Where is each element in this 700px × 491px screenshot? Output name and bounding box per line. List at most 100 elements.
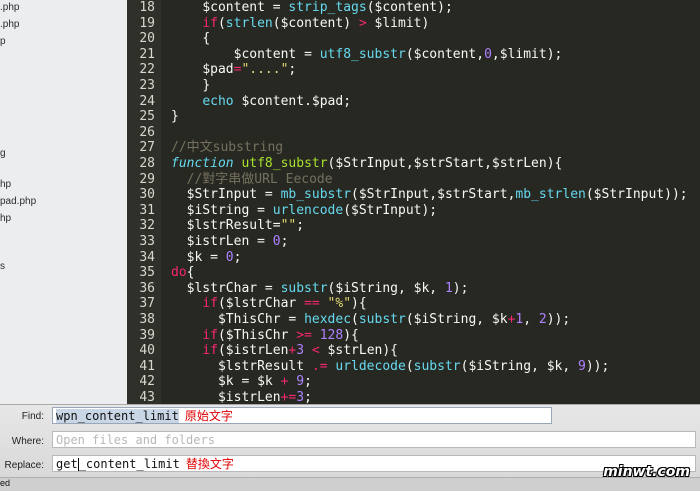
sidebar-file-item[interactable]: s bbox=[0, 261, 5, 272]
line-number: 27 bbox=[139, 140, 155, 156]
code-text: $content = strip_tags($content); bbox=[202, 0, 453, 15]
code-line: 27 //中文substring bbox=[127, 140, 700, 156]
code-line: 20 { bbox=[127, 31, 700, 47]
code-line: 26 bbox=[127, 125, 700, 141]
code-text: if($istrLen+3 < $strLen){ bbox=[202, 343, 399, 359]
replace-annotation: 替換文字 bbox=[185, 457, 234, 471]
line-number: 37 bbox=[139, 296, 155, 312]
code-line: 24 echo $content.$pad; bbox=[127, 94, 700, 110]
line-number: 36 bbox=[139, 280, 155, 296]
line-number: 28 bbox=[139, 156, 155, 171]
code-line: 38 $ThisChr = hexdec(substr($iString, $k… bbox=[127, 312, 700, 328]
code-text: $istrLen+=3; bbox=[217, 390, 312, 404]
line-number: 30 bbox=[139, 187, 155, 203]
where-label: Where: bbox=[11, 436, 44, 447]
code-text: $k = $k + 9; bbox=[217, 374, 312, 390]
where-placeholder: Open files and folders bbox=[56, 433, 215, 447]
line-number: 21 bbox=[139, 46, 155, 62]
code-text: { bbox=[202, 31, 211, 47]
sidebar-file-item[interactable]: pad.php bbox=[0, 196, 36, 207]
code-text: $istrLen = 0; bbox=[186, 234, 289, 249]
code-text: function utf8_substr($StrInput,$strStart… bbox=[171, 156, 563, 171]
code-line: 25} bbox=[127, 109, 700, 125]
line-number: 23 bbox=[139, 78, 155, 93]
status-bar: ed bbox=[0, 477, 700, 491]
code-text: echo $content.$pad; bbox=[202, 93, 352, 109]
code-text: $lstrResult=""; bbox=[186, 218, 305, 234]
code-line: 21 $content = utf8_substr($content,0,$li… bbox=[127, 47, 700, 63]
code-line: 42 $k = $k + 9; bbox=[127, 374, 700, 390]
line-number: 25 bbox=[139, 109, 155, 125]
replace-value-end: _content_limit bbox=[78, 457, 180, 471]
code-line: 40 if($istrLen+3 < $strLen){ bbox=[127, 343, 700, 359]
code-text: $StrInput = mb_substr($StrInput,$strStar… bbox=[186, 187, 688, 203]
sidebar-file-item[interactable]: .php bbox=[0, 2, 19, 13]
code-line: 30 $StrInput = mb_substr($StrInput,$strS… bbox=[127, 187, 700, 203]
code-line: 34 $k = 0; bbox=[127, 250, 700, 266]
code-text: if(strlen($content) > $limit) bbox=[202, 15, 430, 31]
code-text: do{ bbox=[171, 265, 195, 281]
code-text: $iString = urlencode($StrInput); bbox=[186, 202, 438, 218]
code-line: 23 } bbox=[127, 78, 700, 94]
replace-label: Replace: bbox=[4, 460, 44, 471]
code-line: 41 $lstrResult .= urldecode(substr($iStr… bbox=[127, 359, 700, 375]
line-number: 38 bbox=[139, 312, 155, 327]
code-text: } bbox=[171, 109, 179, 125]
code-text: if($ThisChr >= 128){ bbox=[202, 327, 359, 343]
code-line: 43 $istrLen+=3; bbox=[127, 390, 700, 404]
code-text: $content = utf8_substr($content,0,$limit… bbox=[233, 46, 563, 62]
replace-value-start: get bbox=[56, 457, 78, 471]
code-text: $k = 0; bbox=[186, 249, 242, 265]
code-text: //中文substring bbox=[171, 140, 284, 156]
line-number: 35 bbox=[139, 265, 155, 281]
file-sidebar: .php .php p g hp pad.php hp s bbox=[0, 0, 128, 404]
code-line: 19 if(strlen($content) > $limit) bbox=[127, 16, 700, 32]
line-number: 22 bbox=[139, 62, 155, 78]
code-line: 37 if($lstrChar == "%"){ bbox=[127, 296, 700, 312]
line-number: 34 bbox=[139, 249, 155, 265]
find-input[interactable]: wpn_content_limit 原始文字 bbox=[52, 407, 552, 424]
line-number: 40 bbox=[139, 343, 155, 359]
sidebar-file-item[interactable]: hp bbox=[0, 213, 11, 224]
watermark: minwt.com bbox=[603, 464, 690, 480]
replace-input[interactable]: get_content_limit 替換文字 bbox=[52, 455, 696, 472]
line-number: 42 bbox=[139, 374, 155, 390]
sidebar-file-item[interactable]: hp bbox=[0, 179, 11, 190]
code-line: 33 $istrLen = 0; bbox=[127, 234, 700, 250]
find-annotation: 原始文字 bbox=[184, 409, 233, 423]
code-line: 22 $pad="...."; bbox=[127, 62, 700, 78]
code-editor[interactable]: 18 $content = strip_tags($content); 19 if… bbox=[127, 0, 700, 404]
line-number: 43 bbox=[139, 390, 155, 404]
status-text: ed bbox=[0, 478, 11, 488]
code-text: $lstrChar = substr($iString, $k, 1); bbox=[186, 280, 469, 296]
line-number: 24 bbox=[139, 93, 155, 109]
line-number: 39 bbox=[139, 327, 155, 343]
find-value: wpn_content_limit bbox=[56, 409, 179, 423]
line-number: 41 bbox=[139, 358, 155, 374]
line-number: 20 bbox=[139, 31, 155, 47]
code-line: 35 do{ bbox=[127, 265, 700, 281]
code-line: 39 if($ThisChr >= 128){ bbox=[127, 328, 700, 344]
code-line: 36 $lstrChar = substr($iString, $k, 1); bbox=[127, 281, 700, 297]
sidebar-file-item[interactable]: .php bbox=[0, 19, 19, 30]
code-line: 29 //對字串做URL Eecode bbox=[127, 172, 700, 188]
code-line: 18 $content = strip_tags($content); bbox=[127, 0, 700, 16]
line-number: 32 bbox=[139, 218, 155, 234]
code-text: $lstrResult .= urldecode(substr($iString… bbox=[217, 358, 610, 374]
code-text: //對字串做URL Eecode bbox=[186, 171, 333, 187]
find-label: Find: bbox=[21, 411, 44, 422]
sidebar-file-item[interactable]: p bbox=[0, 36, 6, 47]
code-line: 31 $iString = urlencode($StrInput); bbox=[127, 203, 700, 219]
line-number: 33 bbox=[139, 234, 155, 249]
line-number: 31 bbox=[139, 202, 155, 218]
where-input[interactable]: Open files and folders bbox=[52, 431, 696, 448]
code-line: 28 function utf8_substr($StrInput,$strSta… bbox=[127, 156, 700, 172]
code-line: 32 $lstrResult=""; bbox=[127, 218, 700, 234]
line-number: 29 bbox=[139, 171, 155, 187]
code-text: $pad="...."; bbox=[202, 62, 297, 78]
code-text: if($lstrChar == "%"){ bbox=[202, 296, 367, 312]
line-number: 19 bbox=[139, 15, 155, 31]
sidebar-file-item[interactable]: g bbox=[0, 148, 6, 159]
code-text: } bbox=[202, 78, 211, 93]
line-number: 26 bbox=[139, 124, 155, 140]
